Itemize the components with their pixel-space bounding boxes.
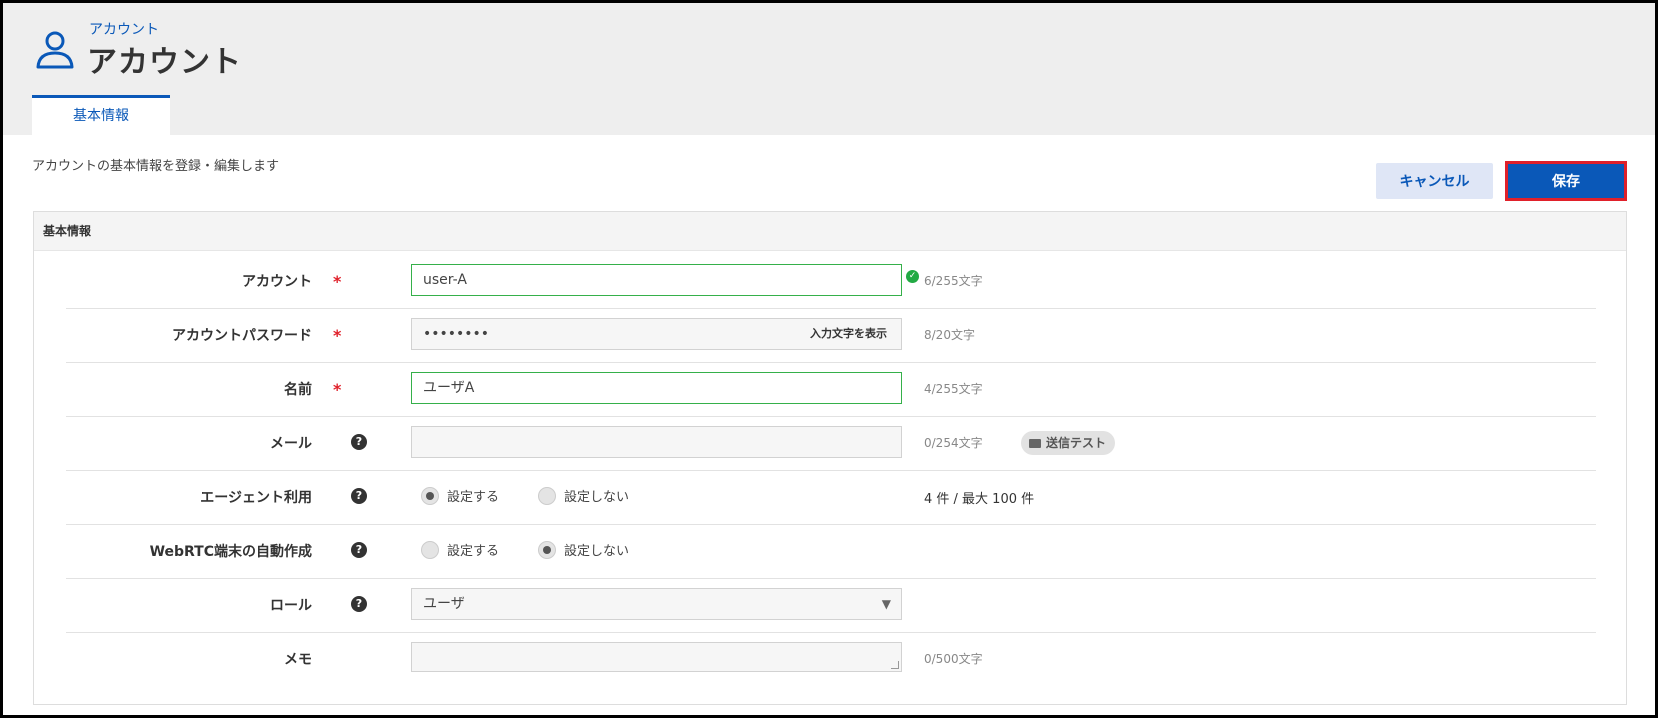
memo-label: メモ xyxy=(284,652,312,668)
webrtc-radio-off[interactable]: 設定しない xyxy=(538,540,629,559)
password-char-count: 8/20文字 xyxy=(924,328,975,342)
webrtc-radio-on[interactable]: 設定する xyxy=(421,540,499,559)
password-masked-value: •••••••• xyxy=(423,326,490,342)
password-input[interactable]: •••••••• 入力文字を表示 xyxy=(411,318,902,350)
chevron-down-icon: ▼ xyxy=(881,597,891,611)
agent-row: エージェント利用 ? 設定する 設定しない 4 件 / 最大 100 件 xyxy=(66,468,1596,525)
help-circle-icon[interactable]: ? xyxy=(351,596,367,612)
mail-input[interactable] xyxy=(411,426,902,458)
required-mark: * xyxy=(333,380,342,399)
help-circle-icon[interactable]: ? xyxy=(351,542,367,558)
mail-row: メール ? 0/254文字 送信テスト xyxy=(66,414,1596,471)
agent-usage-count: 4 件 / 最大 100 件 xyxy=(924,492,1035,507)
password-label: アカウントパスワード xyxy=(172,328,312,344)
radio-unselected-icon xyxy=(538,486,556,505)
radio-selected-icon xyxy=(538,540,556,559)
agent-radio-on[interactable]: 設定する xyxy=(421,486,499,505)
name-input[interactable]: ユーザA xyxy=(411,372,902,404)
role-selected-value: ユーザ xyxy=(423,596,465,612)
tab-basic-info[interactable]: 基本情報 xyxy=(32,95,170,135)
webrtc-label: WebRTC端末の自動作成 xyxy=(149,544,312,560)
role-select[interactable]: ユーザ ▼ xyxy=(411,588,902,620)
help-circle-icon[interactable]: ? xyxy=(351,488,367,504)
account-input[interactable]: user-A xyxy=(411,264,902,296)
radio-selected-icon xyxy=(421,486,439,505)
cancel-button[interactable]: キャンセル xyxy=(1376,163,1493,199)
memo-char-count: 0/500文字 xyxy=(924,652,983,666)
password-row: アカウントパスワード * •••••••• 入力文字を表示 8/20文字 xyxy=(66,306,1596,363)
envelope-icon xyxy=(1029,439,1041,448)
breadcrumb[interactable]: アカウント xyxy=(89,19,159,39)
help-circle-icon[interactable]: ? xyxy=(351,434,367,450)
window: アカウント アカウント 基本情報 アカウントの基本情報を登録・編集します キャン… xyxy=(0,0,1658,718)
name-row: 名前 * ユーザA 4/255文字 xyxy=(66,360,1596,417)
memo-row: メモ 0/500文字 xyxy=(66,630,1596,687)
save-button[interactable]: 保存 xyxy=(1505,161,1627,201)
agent-radio-off[interactable]: 設定しない xyxy=(538,486,629,505)
page-title: アカウント xyxy=(87,45,242,80)
required-mark: * xyxy=(333,326,342,345)
page-header: アカウント アカウント 基本情報 xyxy=(3,3,1655,135)
name-label: 名前 xyxy=(284,382,312,398)
webrtc-row: WebRTC端末の自動作成 ? 設定する 設定しない xyxy=(66,522,1596,579)
memo-textarea[interactable] xyxy=(411,642,902,672)
basic-info-panel: 基本情報 アカウント * user-A ✓ 6/255文字 アカウントパスワード… xyxy=(33,211,1627,705)
required-mark: * xyxy=(333,272,342,291)
send-test-button[interactable]: 送信テスト xyxy=(1021,431,1116,455)
account-char-count: 6/255文字 xyxy=(924,274,983,288)
user-icon xyxy=(36,31,74,69)
radio-unselected-icon xyxy=(421,540,439,559)
name-char-count: 4/255文字 xyxy=(924,382,983,396)
role-label: ロール xyxy=(270,598,312,614)
mail-label: メール xyxy=(270,436,312,452)
account-label: アカウント xyxy=(242,274,312,290)
show-password-button[interactable]: 入力文字を表示 xyxy=(810,319,887,349)
role-row: ロール ? ユーザ ▼ xyxy=(66,576,1596,633)
send-test-label: 送信テスト xyxy=(1046,436,1107,450)
panel-heading: 基本情報 xyxy=(34,212,1626,251)
agent-label: エージェント利用 xyxy=(200,490,312,506)
mail-char-count: 0/254文字 xyxy=(924,436,983,450)
check-circle-icon: ✓ xyxy=(906,270,919,283)
resize-handle-icon[interactable] xyxy=(891,661,899,669)
page-description: アカウントの基本情報を登録・編集します xyxy=(32,159,280,174)
account-row: アカウント * user-A ✓ 6/255文字 xyxy=(66,252,1596,309)
